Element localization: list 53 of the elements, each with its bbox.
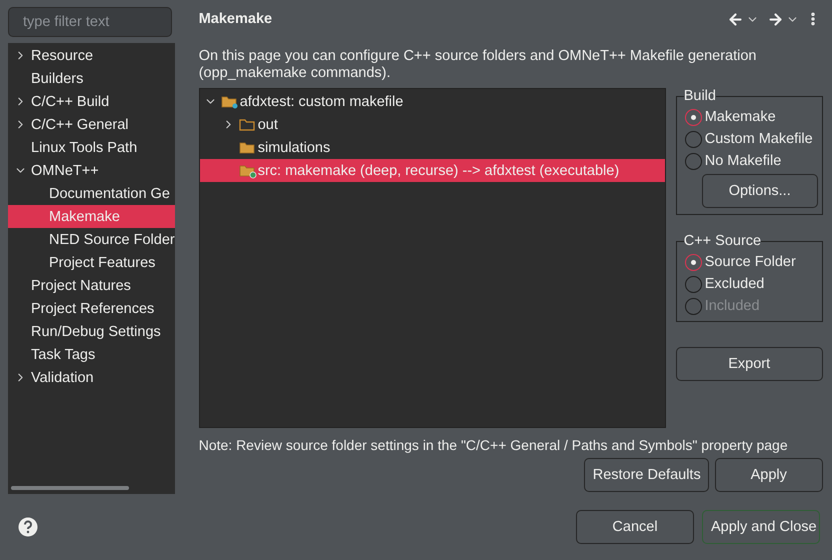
folder-label: src: makemake (deep, recurse) --> afdxtest (executable)	[258, 162, 620, 178]
folder-label: out	[258, 116, 278, 132]
folder-row[interactable]: simulations	[200, 136, 665, 159]
source-folder-icon	[238, 162, 257, 178]
dialog-button[interactable]: Apply and Close	[702, 510, 820, 544]
nav-item[interactable]: Resource	[8, 44, 175, 67]
project-folder-icon	[220, 94, 239, 110]
nav-item[interactable]: Project Natures	[8, 274, 175, 297]
folder-row[interactable]: src: makemake (deep, recurse) --> afdxtest (executable)	[200, 159, 665, 182]
nav-item[interactable]: C/C++ Build	[8, 90, 175, 113]
folder-label: simulations	[258, 140, 330, 156]
nav-item[interactable]: OMNeT++	[8, 159, 175, 182]
radio-icon[interactable]	[684, 276, 702, 292]
scrollbar[interactable]	[11, 486, 129, 490]
nav-item[interactable]: Project Features	[8, 251, 175, 274]
group-title: Build	[684, 88, 716, 104]
export-button[interactable]: Export	[676, 347, 823, 381]
open-folder-icon	[238, 140, 257, 156]
radio-icon[interactable]	[684, 152, 702, 170]
options-button[interactable]: Options...	[702, 174, 818, 208]
page-button[interactable]: Apply	[714, 458, 823, 492]
folder-row[interactable]: afdxtest: custom makefile	[200, 90, 665, 113]
nav-item[interactable]: C/C++ General	[8, 113, 175, 136]
nav-item[interactable]: Run/Debug Settings	[8, 320, 175, 343]
radio-option[interactable]: No Makefile	[684, 150, 822, 172]
note-text: Note: Review source folder settings in the "C/C++ General / Paths and Symbols" property page	[198, 437, 789, 453]
page-description: On this page you can configure C++ source folders and OMNeT++ Makefile generation (opp_makemake commands).	[198, 48, 758, 82]
nav-item[interactable]: NED Source Folder	[8, 228, 175, 251]
radio-option[interactable]: Source Folder	[684, 251, 822, 273]
radio-icon[interactable]	[684, 108, 702, 126]
page-title: Makemake	[198, 11, 272, 27]
dialog-button[interactable]: Cancel	[576, 510, 694, 544]
radio-icon[interactable]	[684, 130, 702, 148]
nav-item[interactable]: Validation	[8, 366, 175, 389]
help-icon[interactable]	[18, 517, 38, 537]
nav-item[interactable]: Makemake	[8, 205, 175, 228]
nav-item[interactable]: Documentation Ge	[8, 182, 175, 205]
radio-icon[interactable]	[684, 254, 702, 270]
nav-item[interactable]: Builders	[8, 67, 175, 90]
filter-field[interactable]: type filter text	[8, 7, 172, 37]
page-button[interactable]: Restore Defaults	[584, 458, 709, 492]
group-title: C++ Source	[684, 233, 762, 249]
folder-icon	[238, 116, 257, 132]
folder-label: afdxtest: custom makefile	[240, 94, 404, 110]
radio-option[interactable]: Excluded	[684, 273, 822, 295]
radio-option[interactable]: Makemake	[684, 106, 822, 128]
nav-item[interactable]: Task Tags	[8, 343, 175, 366]
nav-item[interactable]: Project References	[8, 297, 175, 320]
folder-row[interactable]: out	[200, 113, 665, 136]
back-icon[interactable]	[726, 10, 744, 28]
nav-item[interactable]: Linux Tools Path	[8, 136, 175, 159]
forward-icon[interactable]	[766, 10, 784, 28]
radio-option[interactable]: Custom Makefile	[684, 128, 822, 150]
